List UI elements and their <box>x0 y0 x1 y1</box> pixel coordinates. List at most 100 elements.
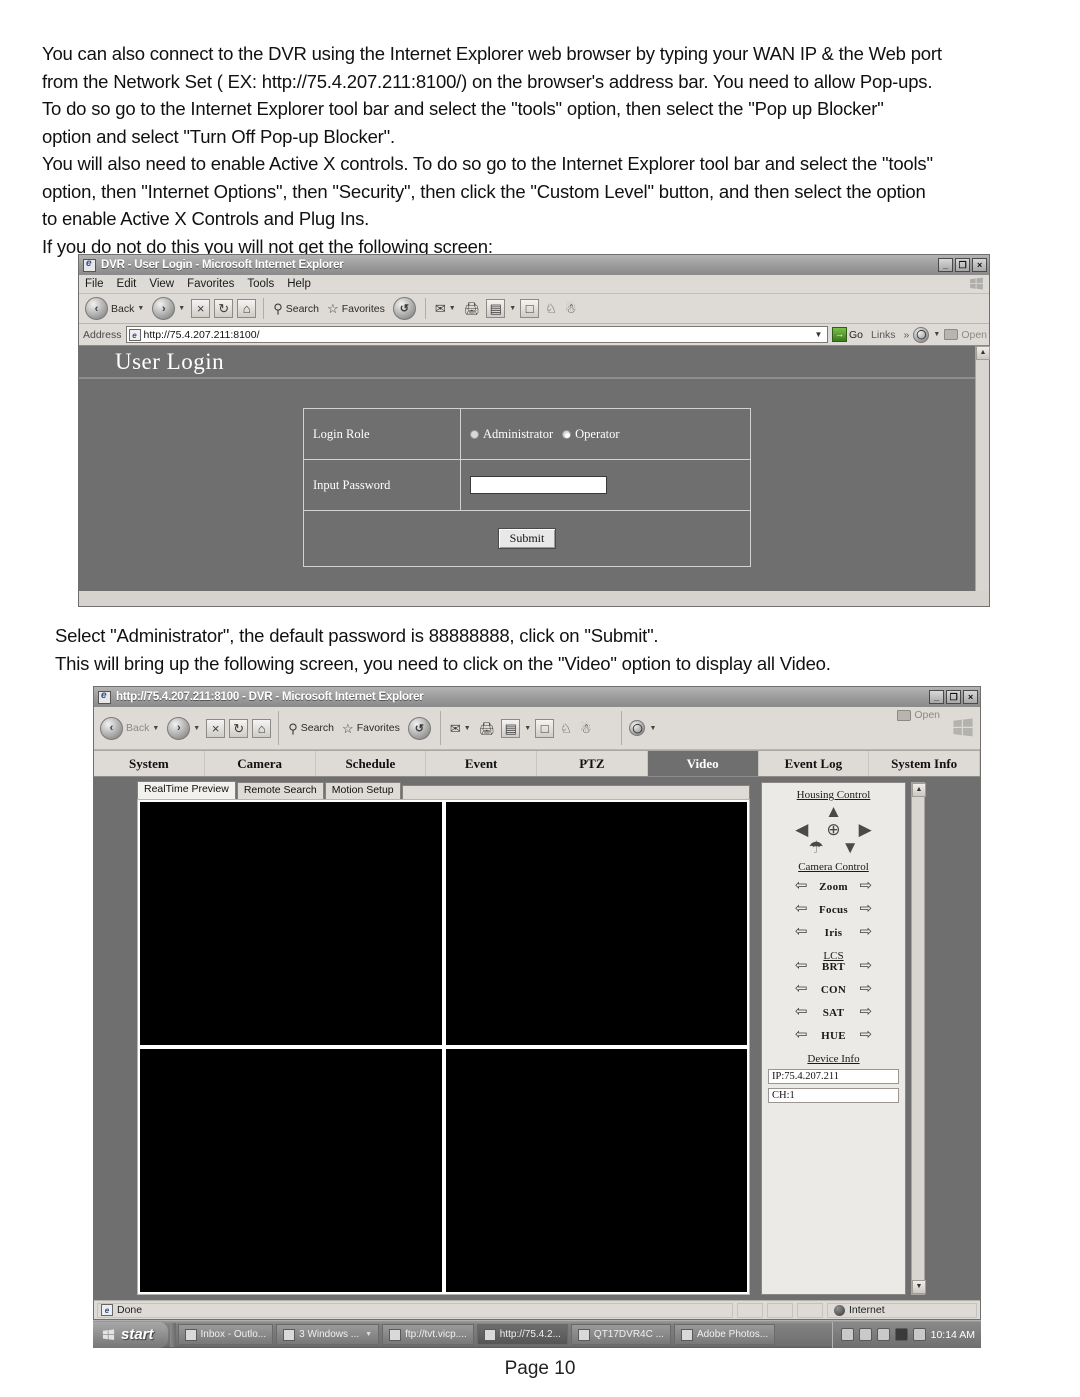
norton-dropdown-icon[interactable]: ▼ <box>933 331 940 338</box>
radio-administrator-icon[interactable] <box>470 429 479 439</box>
iris-decrease-icon[interactable]: ⇦ <box>795 925 808 940</box>
edit-icon[interactable]: ▤ <box>501 718 521 738</box>
tray-update-icon[interactable] <box>858 1328 872 1341</box>
stop-icon[interactable]: × <box>206 718 226 738</box>
scroll-up-icon[interactable]: ▲ <box>976 346 990 360</box>
tab-ptz[interactable]: PTZ <box>537 751 648 776</box>
menu-item-file[interactable]: File <box>85 278 104 290</box>
scroll-up-icon[interactable]: ▲ <box>912 783 926 797</box>
discuss-icon[interactable]: □ <box>535 718 555 738</box>
clock[interactable]: 10:14 AM <box>931 1329 975 1341</box>
tab-schedule[interactable]: Schedule <box>316 751 427 776</box>
tray-volume-icon[interactable] <box>840 1328 854 1341</box>
back-dropdown-icon[interactable]: ▼ <box>152 725 159 732</box>
home-icon[interactable]: ⌂ <box>237 299 257 318</box>
minimize-button[interactable]: _ <box>929 690 944 704</box>
video-cell-1[interactable] <box>140 802 442 1045</box>
forward-button[interactable]: › ▼ <box>165 716 202 741</box>
tab-system-info[interactable]: System Info <box>869 751 980 776</box>
edit-dropdown-icon[interactable]: ▼ <box>524 725 531 732</box>
close-button[interactable]: × <box>963 690 978 704</box>
taskbar-grip[interactable] <box>169 1322 176 1347</box>
taskbar-item-ftp[interactable]: ftp://tvt.vicp.... <box>382 1324 474 1345</box>
messenger-button[interactable]: ♘ <box>558 721 574 736</box>
menu-item-tools[interactable]: Tools <box>247 278 274 290</box>
sat-decrease-icon[interactable]: ⇦ <box>795 1005 808 1020</box>
minimize-button[interactable]: _ <box>938 258 953 272</box>
restore-button[interactable]: ❐ <box>946 690 961 704</box>
refresh-icon[interactable]: ↻ <box>214 299 234 318</box>
video-cell-4[interactable] <box>445 1049 747 1292</box>
tab-system[interactable]: System <box>94 751 205 776</box>
subtab-remote-search[interactable]: Remote Search <box>236 782 324 799</box>
mail-dropdown-icon[interactable]: ▼ <box>449 305 456 312</box>
norton-icon[interactable]: ◯ <box>913 326 930 343</box>
video-cell-3[interactable] <box>140 1049 442 1292</box>
hue-decrease-icon[interactable]: ⇦ <box>795 1028 808 1043</box>
research-button[interactable]: ☃ <box>578 721 594 736</box>
zoom-decrease-icon[interactable]: ⇦ <box>795 879 808 894</box>
taskbar-item-dvr-browser[interactable]: http://75.4.2... <box>476 1324 568 1345</box>
links-chevron-icon[interactable]: » <box>904 329 910 341</box>
focus-increase-icon[interactable]: ⇨ <box>860 902 873 917</box>
edit-dropdown-icon[interactable]: ▼ <box>509 305 516 312</box>
housing-center-icon[interactable]: ⊕ <box>826 821 840 838</box>
taskbar-item-adobe-photoshop[interactable]: Adobe Photos... <box>673 1324 776 1345</box>
hue-increase-icon[interactable]: ⇨ <box>860 1028 873 1043</box>
stop-icon[interactable]: × <box>191 299 211 318</box>
favorites-button[interactable]: ☆ Favorites <box>325 301 387 316</box>
tray-antivirus-icon[interactable] <box>894 1328 908 1341</box>
chevron-down-icon[interactable]: ▼ <box>365 1331 372 1338</box>
sat-increase-icon[interactable]: ⇨ <box>860 1005 873 1020</box>
brt-decrease-icon[interactable]: ⇦ <box>795 959 808 974</box>
home-icon[interactable]: ⌂ <box>252 718 272 738</box>
radio-operator[interactable]: Operator <box>562 427 620 442</box>
back-button[interactable]: ‹ Back ▼ <box>98 716 161 741</box>
discuss-icon[interactable]: □ <box>520 299 540 318</box>
back-button[interactable]: ‹ Back ▼ <box>83 296 146 321</box>
submit-button[interactable]: Submit <box>497 528 557 549</box>
print-button[interactable]: 🖨 <box>462 301 483 316</box>
forward-button[interactable]: › ▼ <box>150 296 187 321</box>
address-input[interactable]: e http://75.4.207.211:8100/ ▼ <box>125 326 828 343</box>
taskbar-item-windows-group[interactable]: 3 Windows ... ▼ <box>276 1324 380 1345</box>
links-label[interactable]: Links <box>871 329 896 341</box>
focus-decrease-icon[interactable]: ⇦ <box>795 902 808 917</box>
con-increase-icon[interactable]: ⇨ <box>860 982 873 997</box>
tray-network-icon[interactable] <box>876 1328 890 1341</box>
research-button[interactable]: ☃ <box>563 301 579 316</box>
start-button[interactable]: start <box>93 1321 168 1348</box>
housing-left-icon[interactable]: ◀ <box>795 821 808 838</box>
tab-camera[interactable]: Camera <box>205 751 316 776</box>
search-button[interactable]: ⚲ Search <box>271 301 321 316</box>
history-button[interactable]: ↺ <box>406 716 433 741</box>
page-scrollbar[interactable]: ▲ <box>975 346 990 591</box>
taskbar-item-inbox[interactable]: Inbox - Outlo... <box>177 1324 274 1345</box>
housing-down-icon[interactable]: ▼ <box>842 839 859 856</box>
housing-wiper-icon[interactable]: ☂ <box>808 839 823 856</box>
menu-item-edit[interactable]: Edit <box>117 278 137 290</box>
con-decrease-icon[interactable]: ⇦ <box>795 982 808 997</box>
scroll-down-icon[interactable]: ▼ <box>912 1280 926 1294</box>
norton-dropdown-icon[interactable]: ▼ <box>649 725 656 732</box>
subtab-realtime-preview[interactable]: RealTime Preview <box>137 781 236 799</box>
back-dropdown-icon[interactable]: ▼ <box>137 305 144 312</box>
favorites-button[interactable]: ☆ Favorites <box>340 721 402 736</box>
iris-increase-icon[interactable]: ⇨ <box>860 925 873 940</box>
address-dropdown-icon[interactable]: ▼ <box>812 330 825 339</box>
tab-video[interactable]: Video <box>647 751 759 776</box>
edit-icon[interactable]: ▤ <box>486 299 506 318</box>
radio-operator-icon[interactable] <box>562 429 572 439</box>
menu-item-favorites[interactable]: Favorites <box>187 278 234 290</box>
norton-icon[interactable]: ◯ <box>629 720 646 736</box>
search-button[interactable]: ⚲ Search <box>286 721 336 736</box>
video-cell-2[interactable] <box>445 802 747 1045</box>
subtab-motion-setup[interactable]: Motion Setup <box>324 782 401 799</box>
mail-dropdown-icon[interactable]: ▼ <box>464 725 471 732</box>
taskbar-item-qt17dvr4c[interactable]: QT17DVR4C ... <box>570 1324 671 1345</box>
mail-button[interactable]: ✉ ▼ <box>433 301 458 316</box>
page-scrollbar[interactable]: ▲ ▼ <box>911 782 926 1295</box>
close-button[interactable]: × <box>972 258 987 272</box>
tray-display-icon[interactable] <box>912 1328 926 1341</box>
forward-dropdown-icon[interactable]: ▼ <box>193 725 200 732</box>
